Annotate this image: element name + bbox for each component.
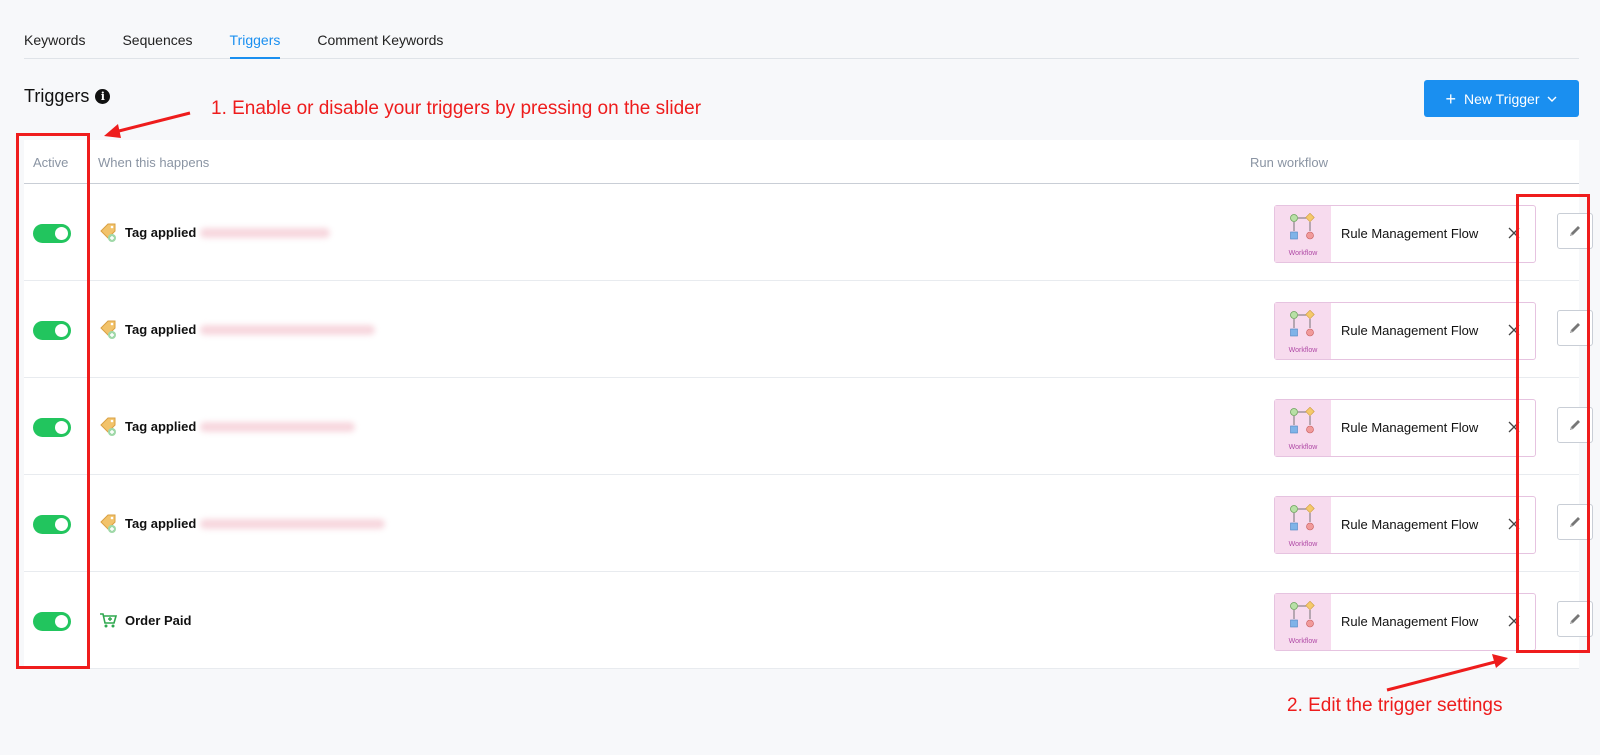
annotation-arrows xyxy=(104,111,1508,692)
